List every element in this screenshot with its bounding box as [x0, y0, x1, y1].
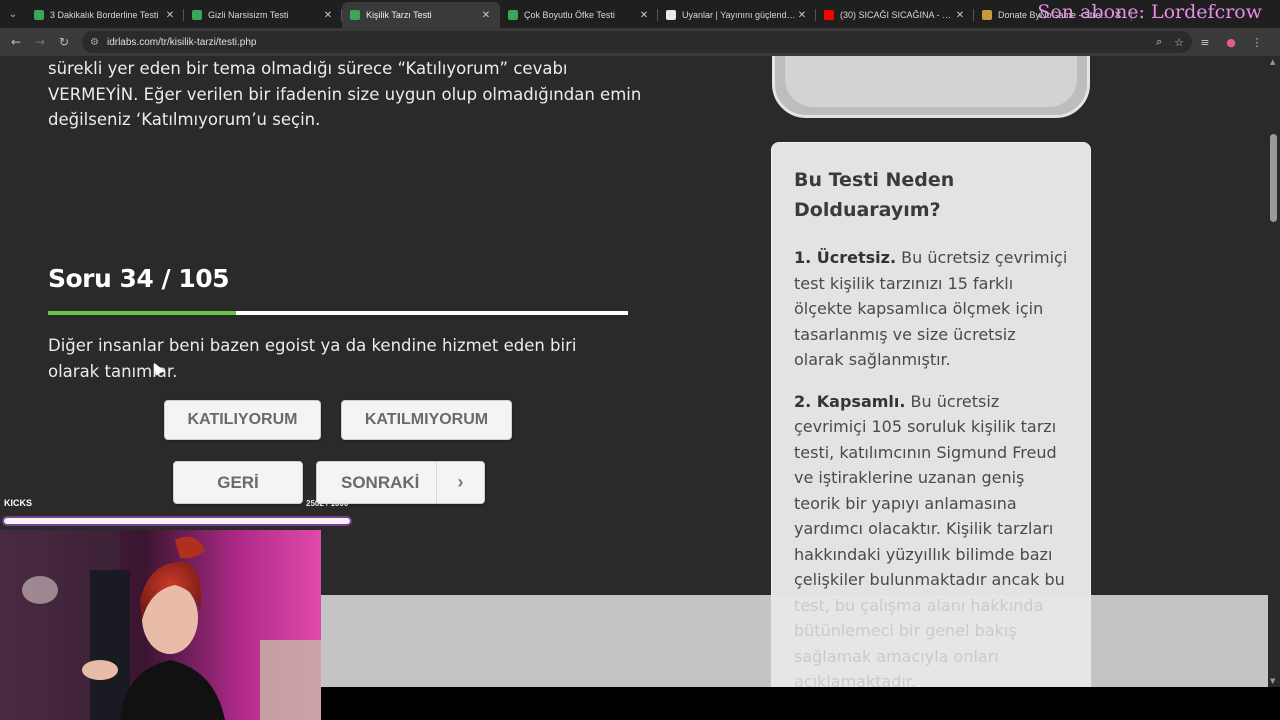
toolbar: ← → ↻ ⚙ idrlabs.com/tr/kisilik-tarzi/tes… — [0, 28, 1280, 56]
card-item-heading: 2. Kapsamlı. — [794, 391, 906, 411]
question-text: Diğer insanlar beni bazen egoist ya da k… — [48, 336, 577, 381]
next-button[interactable]: SONRAKİ › — [316, 461, 485, 504]
kicks-progress-fill — [4, 518, 350, 524]
card-item-free: 1. Ücretsiz. Bu ücretsiz çevrimiçi test … — [794, 245, 1068, 373]
browser-tab[interactable]: (30) SICAĞI SICAĞINA - 188.Bö✕ — [816, 2, 974, 28]
chevron-right-icon: › — [436, 462, 484, 503]
back-button[interactable]: GERİ — [173, 461, 303, 504]
browser-tab[interactable]: Uyanlar | Yayınını güçlendirmek ✕ — [658, 2, 816, 28]
next-button-label: SONRAKİ — [341, 472, 420, 492]
tab-favicon-icon — [34, 10, 44, 20]
tab-favicon-icon — [350, 10, 360, 20]
scrollbar[interactable]: ▲ ▼ — [1268, 56, 1280, 687]
ad-panel — [772, 56, 1090, 118]
profile-icon[interactable]: ● — [1218, 36, 1244, 49]
tab-title: Çok Boyutlu Öfke Testi — [524, 10, 615, 20]
card-title: Bu Testi Neden Dolduarayım? — [794, 169, 955, 221]
question-counter: Soru 34 / 105 — [48, 264, 230, 293]
tab-favicon-icon — [192, 10, 202, 20]
menu-icon[interactable]: ⋮ — [1244, 36, 1270, 49]
media-control-icon[interactable]: ≡ — [1192, 36, 1218, 49]
webcam-feed — [0, 530, 321, 720]
tab-favicon-icon — [666, 10, 676, 20]
tab-close-icon[interactable]: ✕ — [322, 10, 334, 21]
tab-favicon-icon — [824, 10, 834, 20]
screen: ⌄ 3 Dakikalık Borderline Testi ✕ Gizli Nar… — [0, 0, 1280, 720]
browser-tab[interactable]: Çok Boyutlu Öfke Testi ✕ — [500, 2, 658, 28]
webcam-image — [0, 530, 321, 720]
address-bar[interactable]: ⚙ idrlabs.com/tr/kisilik-tarzi/testi.php… — [82, 31, 1192, 53]
tab-title: Kişilik Tarzı Testi — [366, 10, 432, 20]
instructions-text: sürekli yer eden bir tema olmadığı sürec… — [48, 59, 642, 129]
cookie-overlay — [320, 595, 1268, 687]
scrollbar-thumb[interactable] — [1270, 134, 1277, 222]
ad-panel-inner — [785, 56, 1077, 107]
tab-close-icon[interactable]: ✕ — [480, 10, 492, 21]
zoom-icon[interactable]: ⌕ — [1156, 36, 1162, 49]
tab-close-icon[interactable]: ✕ — [638, 10, 650, 21]
agree-button[interactable]: KATILIYORUM — [164, 400, 321, 440]
card-item-heading: 1. Ücretsiz. — [794, 248, 897, 267]
tab-close-icon[interactable]: ✕ — [796, 10, 808, 21]
browser-tab[interactable]: Gizli Narsisizm Testi ✕ — [184, 2, 342, 28]
kicks-progress-bar — [2, 516, 352, 526]
tab-favicon-icon — [982, 10, 992, 20]
tab-list: 3 Dakikalık Borderline Testi ✕ Gizli Narsi… — [26, 2, 1132, 28]
forward-arrow-icon[interactable]: → — [28, 35, 52, 49]
tab-title: Uyanlar | Yayınını güçlendirmek — [682, 10, 796, 20]
tab-favicon-icon — [508, 10, 518, 20]
back-arrow-icon[interactable]: ← — [4, 35, 28, 49]
browser-tab[interactable]: 3 Dakikalık Borderline Testi ✕ — [26, 2, 184, 28]
tab-title: 3 Dakikalık Borderline Testi — [50, 10, 159, 20]
disagree-button[interactable]: KATILMIYORUM — [341, 400, 512, 440]
tab-close-icon[interactable]: ✕ — [954, 10, 966, 21]
tab-close-icon[interactable]: ✕ — [164, 10, 176, 21]
bookmark-star-icon[interactable]: ☆ — [1174, 36, 1184, 49]
progress-fill — [48, 311, 236, 315]
tab-search-icon[interactable]: ⌄ — [0, 0, 26, 28]
reload-icon[interactable]: ↻ — [52, 35, 76, 49]
bottom-letterbox — [321, 687, 1280, 720]
kicks-label: KICKS — [4, 498, 33, 508]
url-text: idrlabs.com/tr/kisilik-tarzi/testi.php — [106, 36, 257, 48]
scroll-down-icon[interactable]: ▼ — [1270, 677, 1275, 685]
stream-subscriber-overlay: Son abone: Lordefcrow — [1037, 1, 1262, 23]
browser-tab[interactable]: Kişilik Tarzı Testi ✕ — [342, 2, 500, 28]
scroll-up-icon[interactable]: ▲ — [1270, 58, 1275, 66]
site-info-icon[interactable]: ⚙ — [90, 37, 99, 48]
progress-bar — [48, 311, 628, 315]
tab-title: (30) SICAĞI SICAĞINA - 188.Bö — [840, 10, 954, 20]
tab-title: Gizli Narsisizm Testi — [208, 10, 289, 20]
kicks-count: 2502 / 1000 — [306, 499, 349, 508]
